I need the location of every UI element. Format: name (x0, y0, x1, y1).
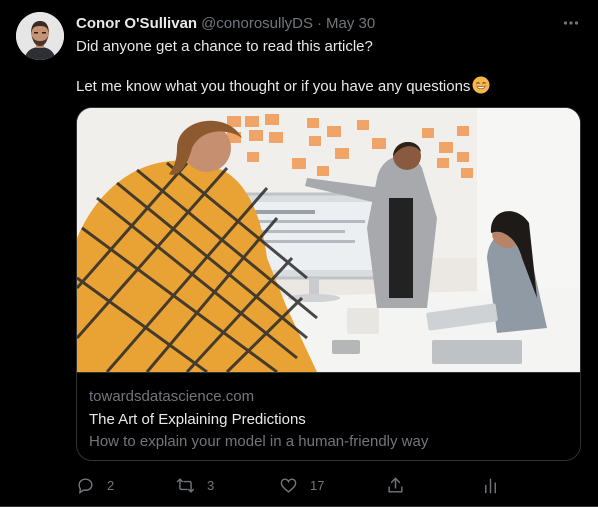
analytics-button[interactable] (481, 474, 500, 496)
author-name[interactable]: Conor O'Sullivan (76, 15, 197, 32)
tweet-date[interactable]: May 30 (326, 15, 375, 32)
tweet-header: Conor O'Sullivan @conorosullyDS · May 30 (76, 13, 375, 33)
tweet-text-line: Did anyone get a chance to read this art… (76, 38, 373, 55)
tweet-text-line: Let me know what you thought or if you h… (76, 76, 576, 97)
retweet-button[interactable]: 3 (176, 474, 214, 496)
share-icon (388, 477, 403, 493)
like-count: 17 (310, 477, 325, 493)
tweet[interactable]: Conor O'Sullivan @conorosullyDS · May 30… (0, 0, 598, 507)
tweet-text-line-content: Let me know what you thought or if you h… (76, 78, 471, 95)
reply-count: 2 (107, 477, 115, 493)
author-handle[interactable]: @conorosullyDS (201, 15, 313, 32)
card-description: How to explain your model in a human-fri… (89, 433, 429, 450)
card-title: The Art of Explaining Predictions (89, 411, 306, 428)
card-domain: towardsdatascience.com (89, 388, 255, 405)
more-button[interactable] (560, 12, 582, 34)
avatar[interactable] (16, 12, 64, 60)
more-icon (563, 21, 579, 25)
share-button[interactable] (386, 474, 405, 496)
reply-icon (78, 477, 93, 494)
retweet-count: 3 (207, 477, 215, 493)
tweet-actions: 2 3 17 (76, 474, 496, 496)
like-button[interactable]: 17 (279, 474, 324, 496)
separator: · (317, 14, 323, 32)
retweet-icon (176, 477, 195, 493)
card-image[interactable] (77, 108, 580, 372)
tweet-text: Did anyone get a chance to read this art… (76, 37, 576, 97)
analytics-icon (485, 477, 496, 493)
smile-emoji-icon (472, 76, 490, 94)
link-card[interactable]: towardsdatascience.com The Art of Explai… (76, 107, 581, 461)
reply-button[interactable]: 2 (76, 474, 114, 496)
like-icon (280, 477, 297, 493)
card-body[interactable]: towardsdatascience.com The Art of Explai… (77, 372, 580, 460)
